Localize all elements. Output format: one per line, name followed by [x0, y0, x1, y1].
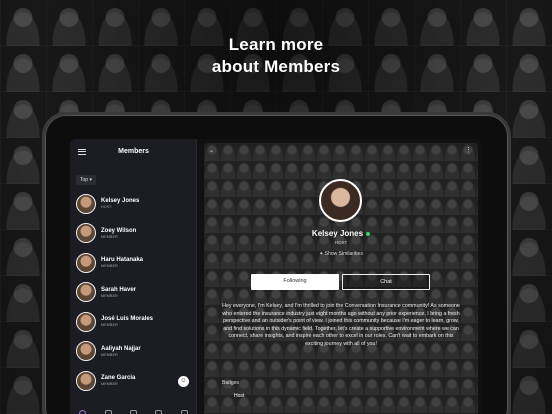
home-nav-icon[interactable] — [104, 409, 112, 414]
avatar — [76, 370, 96, 391]
profile-avatar — [319, 179, 362, 222]
search-nav-icon[interactable] — [129, 409, 137, 414]
list-item[interactable]: Kelsey Jones HOST — [70, 189, 197, 219]
more-options-icon[interactable]: ⋮ — [465, 146, 472, 154]
notifications-nav-icon[interactable] — [155, 409, 163, 414]
list-item[interactable]: Zane Garcia MEMBER ☺ — [70, 366, 197, 396]
member-role: MEMBER — [101, 264, 118, 269]
members-list: Kelsey Jones HOST Zoey Wilson MEMBER Har… — [70, 189, 197, 396]
avatar — [76, 252, 96, 273]
member-role: MEMBER — [101, 234, 118, 239]
app-screen: Members Top ▾ Kelsey Jones HOST Zoey Wil… — [70, 139, 482, 414]
headline-line-1: Learn more — [228, 35, 324, 54]
profile-nav-icon[interactable] — [79, 409, 87, 414]
host-badge: Host — [234, 393, 245, 399]
sparkle-icon: ✦ — [319, 251, 324, 257]
badges-heading: Badges — [222, 380, 239, 386]
member-role: HOST — [101, 205, 112, 210]
avatar — [76, 311, 96, 332]
sidebar-header: Members — [70, 139, 196, 165]
profile-role: HOST — [334, 240, 348, 245]
list-item[interactable]: Sarah Haver MEMBER — [70, 278, 197, 308]
list-item[interactable]: Aaliyah Najjar MEMBER — [70, 337, 197, 367]
following-button[interactable]: Following — [251, 274, 339, 290]
member-name: Aaliyah Najjar — [101, 345, 141, 352]
sidebar-title: Members — [118, 148, 149, 155]
profile-name-row: Kelsey Jones — [204, 229, 478, 238]
chat-bubble-icon[interactable]: ☺ — [178, 376, 189, 387]
member-name: Haru Hatanaka — [101, 257, 144, 264]
avatar — [76, 282, 96, 303]
members-sidebar: Members Top ▾ Kelsey Jones HOST Zoey Wil… — [70, 139, 197, 414]
headline-line-2: about Members — [211, 57, 341, 76]
bottom-nav — [70, 407, 197, 414]
headline: Learn more about Members — [0, 34, 552, 78]
list-item[interactable]: Zoey Wilson MEMBER — [70, 219, 197, 249]
member-name: Kelsey Jones — [101, 198, 140, 205]
chat-button[interactable]: Chat — [342, 274, 430, 290]
profile-bio: Hey everyone, I'm Kelsey, and I'm thrill… — [222, 303, 460, 347]
member-role: MEMBER — [101, 293, 118, 298]
online-status-icon — [366, 231, 371, 236]
avatar — [76, 193, 96, 214]
member-role: MEMBER — [101, 382, 118, 387]
avatar — [76, 223, 96, 244]
chevron-down-icon[interactable]: ⌄ — [209, 147, 214, 154]
member-name: Sarah Haver — [101, 286, 137, 293]
avatar — [76, 341, 96, 362]
settings-nav-icon[interactable] — [180, 409, 188, 414]
member-role: MEMBER — [101, 323, 118, 328]
list-item[interactable]: José Luis Morales MEMBER — [70, 307, 197, 337]
member-name: Zane Garcia — [101, 375, 136, 382]
member-role: MEMBER — [101, 352, 118, 357]
show-similarities-label: Show Similarities — [324, 251, 363, 257]
member-profile-panel: ⌄ ⋮ Kelsey Jones HOST ✦ Show Similaritie… — [204, 143, 478, 414]
sort-filter-dropdown[interactable]: Top ▾ — [76, 175, 96, 185]
profile-name: Kelsey Jones — [311, 229, 364, 238]
member-name: Zoey Wilson — [101, 227, 137, 234]
member-name: José Luis Morales — [101, 316, 154, 323]
show-similarities-link[interactable]: ✦ Show Similarities — [204, 251, 478, 257]
list-item[interactable]: Haru Hatanaka MEMBER — [70, 248, 197, 278]
